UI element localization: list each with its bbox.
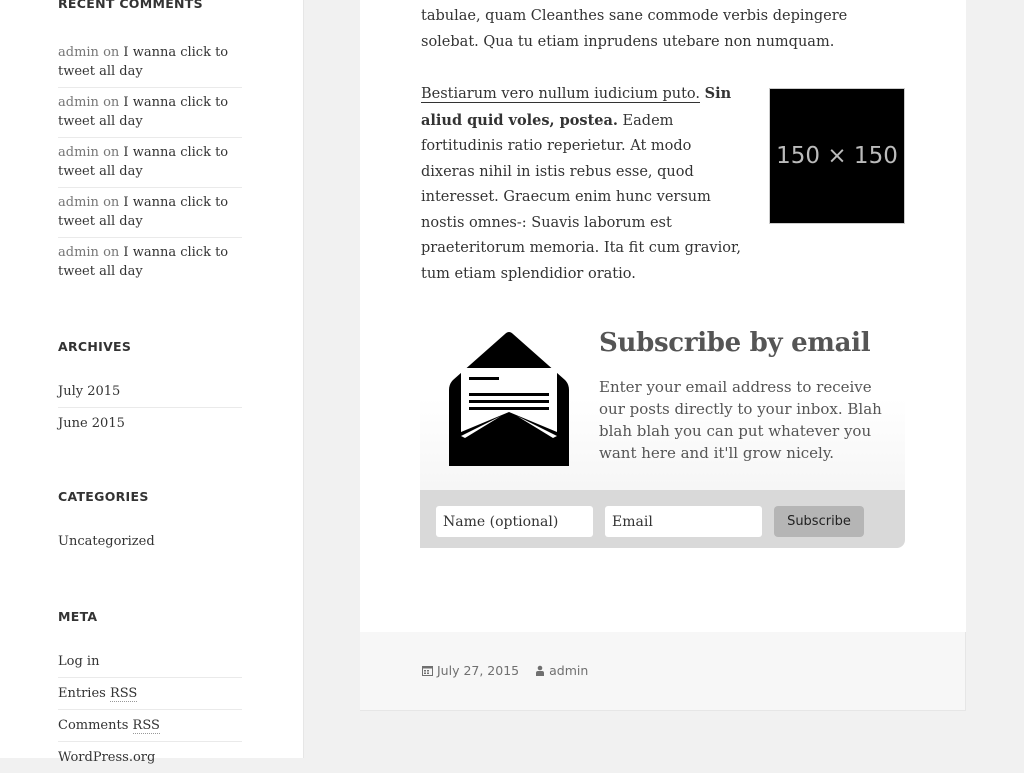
envelope-open-icon [449,332,569,466]
recent-comment-item: admin on I wanna click to tweet all day [58,238,242,287]
comments-rss-label: Comments [58,718,133,733]
archives-widget: Archives July 2015 June 2015 [58,339,242,439]
entries-rss-link[interactable]: Entries RSS [58,686,138,702]
recent-comment-item: admin on I wanna click to tweet all day [58,88,242,138]
recent-comments-list: admin on I wanna click to tweet all day … [58,38,242,287]
post-date-link[interactable]: July 27, 2015 [437,663,519,678]
comment-on-label: on [103,145,120,160]
archive-item: June 2015 [58,408,242,439]
article-paragraph: tabulae, quam Cleanthes sane commode ver… [421,8,848,50]
article-inline-link[interactable]: Bestiarum vero nullum iudicium puto. [421,86,700,103]
recent-comments-title: Recent Comments [58,0,203,11]
meta-widget: Meta Log in Entries RSS Comments RSS Wor… [58,609,242,773]
comment-on-label: on [103,45,120,60]
post-meta: July 27, 2015 admin [422,663,604,678]
placeholder-image: 150 × 150 [769,88,905,224]
subscribe-button[interactable]: Subscribe [774,506,864,537]
recent-comment-item: admin on I wanna click to tweet all day [58,138,242,188]
categories-widget: Categories Uncategorized [58,489,242,557]
comment-on-label: on [103,245,120,260]
user-icon [536,665,545,676]
subscribe-description: Enter your email address to receive our … [599,378,882,462]
archives-title: Archives [58,339,132,354]
category-link-uncategorized[interactable]: Uncategorized [58,534,155,549]
categories-title: Categories [58,489,149,504]
post-date: July 27, 2015 [422,663,519,678]
categories-list: Uncategorized [58,526,242,557]
rss-abbr: RSS [132,718,160,734]
meta-list: Log in Entries RSS Comments RSS WordPres… [58,646,242,773]
comment-author: admin [58,195,99,210]
meta-item: Comments RSS [58,710,242,742]
name-input[interactable] [436,506,593,537]
recent-comments-widget: Recent Comments admin on I wanna click t… [58,0,242,287]
article-footer: July 27, 2015 admin [360,632,966,711]
archive-link-june-2015[interactable]: June 2015 [58,416,125,431]
subscribe-box: Subscribe by email Enter your email addr… [420,318,905,548]
meta-item: Log in [58,646,242,678]
entries-rss-label: Entries [58,686,110,701]
comment-on-label: on [103,95,120,110]
comment-on-label: on [103,195,120,210]
comment-author: admin [58,245,99,260]
post-author: admin [535,663,588,678]
recent-comment-item: admin on I wanna click to tweet all day [58,188,242,238]
archive-item: July 2015 [58,376,242,408]
category-item: Uncategorized [58,526,242,557]
archive-link-july-2015[interactable]: July 2015 [58,384,120,399]
email-input[interactable] [605,506,762,537]
post-author-link[interactable]: admin [549,663,588,678]
comment-author: admin [58,45,99,60]
archives-list: July 2015 June 2015 [58,376,242,439]
comments-rss-link[interactable]: Comments RSS [58,718,160,734]
meta-item: Entries RSS [58,678,242,710]
subscribe-form: Subscribe [420,490,905,548]
comment-author: admin [58,95,99,110]
comment-author: admin [58,145,99,160]
article: tabulae, quam Cleanthes sane commode ver… [360,0,966,632]
sidebar: Recent Comments admin on I wanna click t… [0,0,304,765]
calendar-icon [422,666,433,676]
recent-comment-item: admin on I wanna click to tweet all day [58,38,242,88]
article-paragraph: Bestiarum vero nullum iudicium puto. Sin… [421,81,741,287]
login-link[interactable]: Log in [58,654,99,669]
rss-abbr: RSS [109,686,138,702]
paragraph-text: Eadem fortitudinis ratio reperietur. At … [421,112,741,282]
meta-title: Meta [58,609,98,624]
subscribe-title: Subscribe by email [599,328,871,358]
